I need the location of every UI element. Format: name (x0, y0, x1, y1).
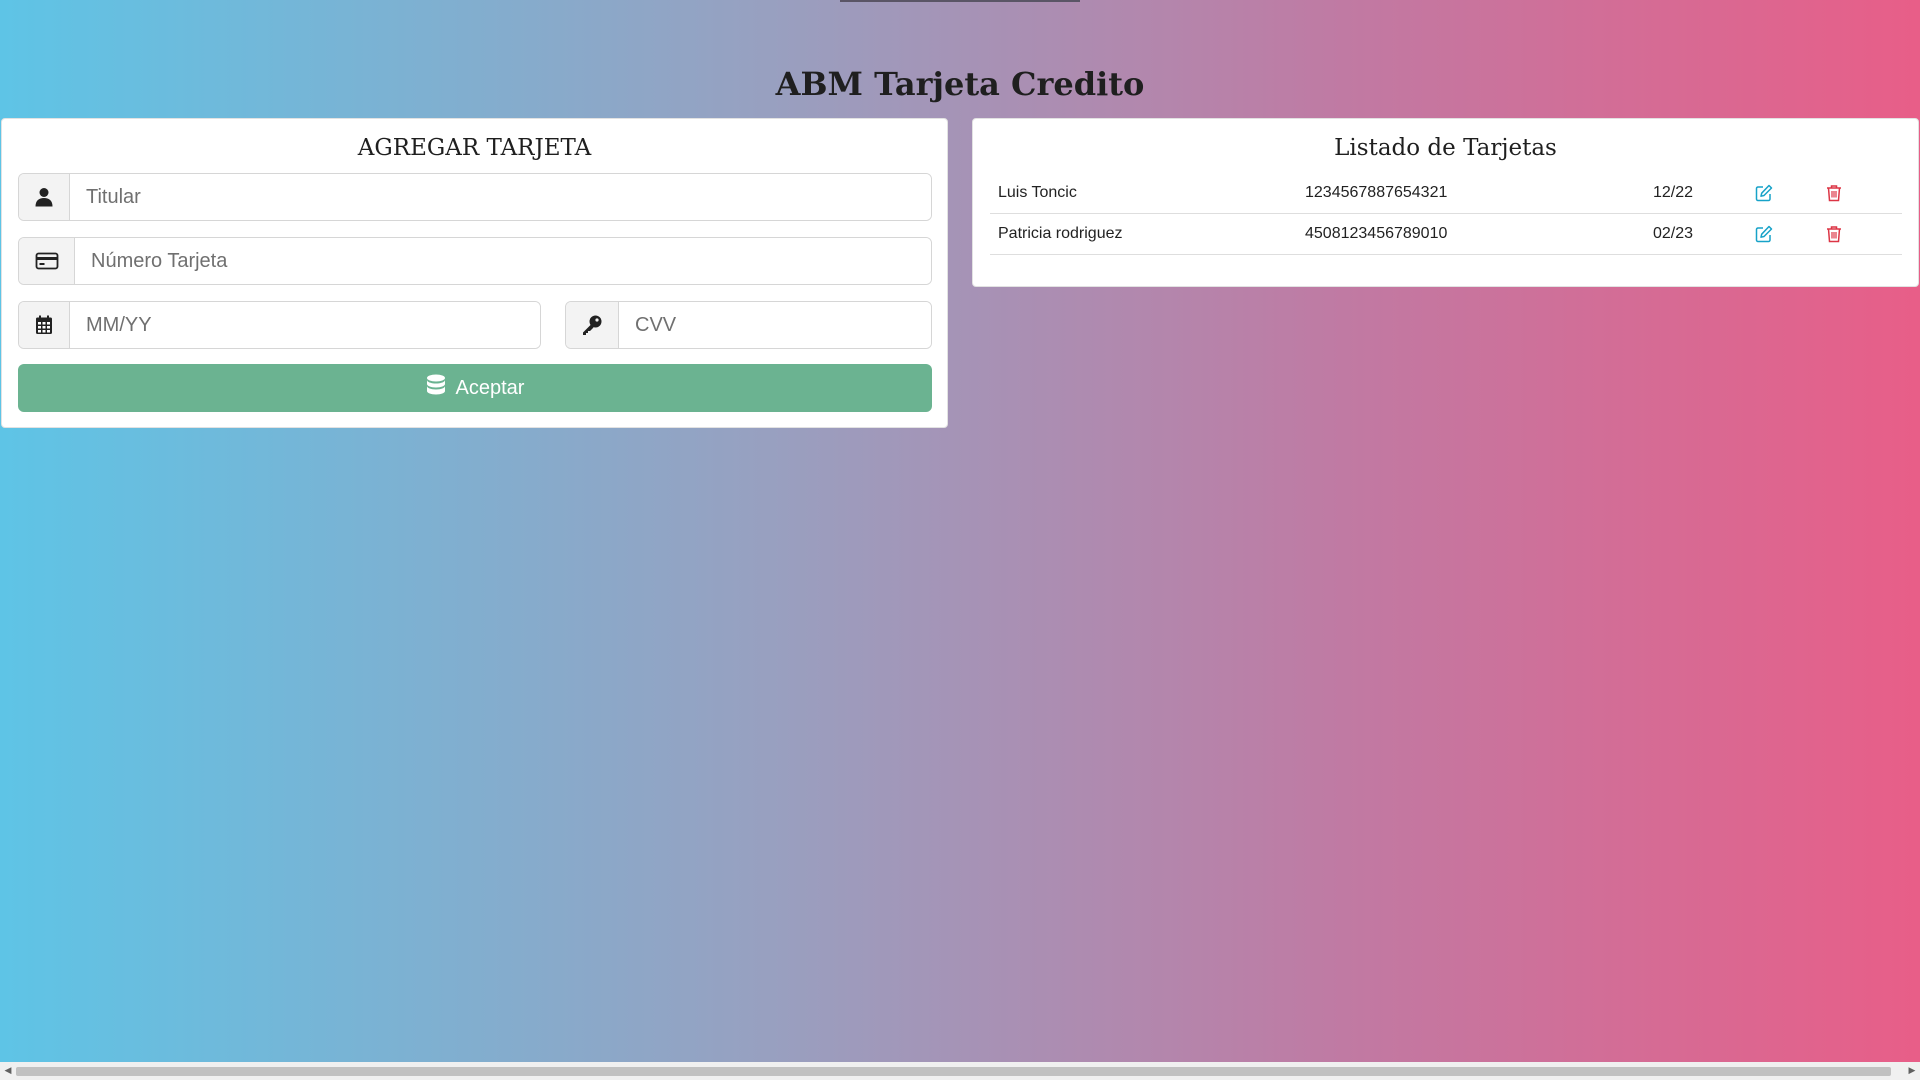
credit-card-icon (19, 238, 75, 284)
card-row: Luis Toncic 1234567887654321 12/22 (990, 173, 1902, 214)
database-icon (426, 374, 446, 402)
numero-input[interactable] (75, 238, 931, 284)
card-list-panel: Listado de Tarjetas Luis Toncic 12345678… (972, 118, 1919, 287)
accept-button[interactable]: Aceptar (18, 364, 932, 412)
card-expiry: 02/23 (1653, 225, 1694, 242)
card-expiry: 12/22 (1653, 184, 1694, 201)
card-holder: Patricia rodriguez (998, 225, 1123, 242)
top-underline-decoration (840, 0, 1080, 2)
horizontal-scrollbar[interactable]: ◀ ▶ (0, 1062, 1920, 1080)
trash-icon[interactable] (1824, 173, 1844, 213)
edit-icon[interactable] (1754, 214, 1774, 254)
titular-input[interactable] (70, 174, 931, 220)
card-row: Patricia rodriguez 4508123456789010 02/2… (990, 214, 1902, 255)
card-holder: Luis Toncic (998, 184, 1077, 201)
scrollbar-thumb[interactable] (16, 1067, 1891, 1076)
key-icon (566, 302, 619, 348)
user-icon (19, 174, 70, 220)
page-title: ABM Tarjeta Credito (775, 65, 1145, 104)
card-number: 4508123456789010 (1305, 225, 1448, 242)
accept-button-label: Aceptar (455, 376, 525, 399)
numero-input-group (18, 237, 932, 285)
edit-icon[interactable] (1754, 173, 1774, 213)
scroll-right-icon[interactable]: ▶ (1905, 1062, 1919, 1080)
card-list-title: Listado de Tarjetas (1334, 135, 1557, 161)
expiry-input[interactable] (70, 302, 540, 348)
trash-icon[interactable] (1824, 214, 1844, 254)
expiry-input-group (18, 301, 541, 349)
scroll-left-icon[interactable]: ◀ (1, 1062, 15, 1080)
add-card-panel: AGREGAR TARJETA Titular Número Tarjeta M… (1, 118, 948, 428)
cvv-input-group (565, 301, 932, 349)
calendar-icon (19, 302, 70, 348)
card-list: Luis Toncic 1234567887654321 12/22 Patri… (990, 173, 1902, 255)
add-card-title: AGREGAR TARJETA (357, 135, 592, 161)
card-number: 1234567887654321 (1305, 184, 1448, 201)
titular-input-group (18, 173, 932, 221)
cvv-input[interactable] (619, 302, 931, 348)
